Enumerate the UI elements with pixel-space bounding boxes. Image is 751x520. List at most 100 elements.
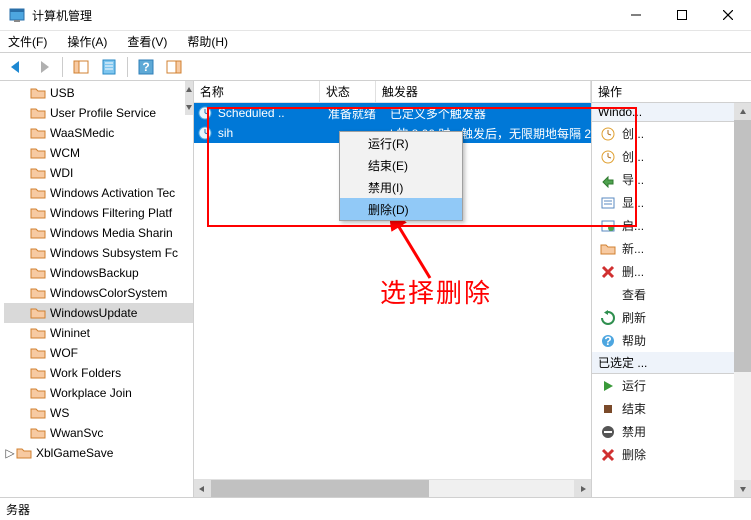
forward-button[interactable]: [32, 55, 56, 79]
maximize-button[interactable]: [659, 0, 705, 31]
action-label: 刷新: [622, 309, 646, 326]
tree-item-label: Windows Activation Tec: [50, 186, 175, 200]
action-label: 结束: [622, 400, 646, 417]
tree-item[interactable]: USB: [4, 83, 193, 103]
action-item[interactable]: 删除: [592, 443, 751, 466]
tree-item[interactable]: Workplace Join: [4, 383, 193, 403]
action-label: 创...: [622, 125, 644, 142]
action-item[interactable]: 新...: [592, 237, 751, 260]
action-item[interactable]: 显...: [592, 191, 751, 214]
tree-pane: USBUser Profile Service WaaSMedic WCM WDI Wi…: [0, 81, 194, 497]
folder-icon: [30, 206, 46, 220]
tree-item[interactable]: WCM: [4, 143, 193, 163]
ctx-delete[interactable]: 删除(D): [340, 198, 462, 220]
tree-item[interactable]: ▷XblGameSave: [4, 443, 193, 463]
tree-item[interactable]: Windows Subsystem Fc: [4, 243, 193, 263]
action-item[interactable]: 创...: [592, 145, 751, 168]
tree-item-label: WwanSvc: [50, 426, 103, 440]
tree-item[interactable]: Wininet: [4, 323, 193, 343]
folder-icon: [30, 106, 46, 120]
action-item[interactable]: ?帮助: [592, 329, 751, 352]
scroll-right-button[interactable]: [574, 480, 591, 497]
close-button[interactable]: [705, 0, 751, 31]
action-item[interactable]: 禁用: [592, 420, 751, 443]
action-icon: [600, 264, 616, 280]
scroll-up-button[interactable]: [734, 103, 751, 120]
show-hide-console-button[interactable]: [69, 55, 93, 79]
action-label: 禁用: [622, 423, 646, 440]
action-icon: [600, 172, 616, 188]
folder-tree[interactable]: USBUser Profile Service WaaSMedic WCM WDI Wi…: [0, 81, 193, 497]
menu-help[interactable]: 帮助(H): [183, 31, 232, 52]
status-text: 务器: [6, 501, 30, 518]
scroll-thumb[interactable]: [211, 480, 429, 497]
tree-item[interactable]: Windows Media Sharin: [4, 223, 193, 243]
tree-item-label: Wininet: [50, 326, 90, 340]
cell-trigger: 已定义多个触发器: [390, 105, 486, 122]
actions-vertical-scrollbar[interactable]: [734, 103, 751, 497]
help-button[interactable]: ?: [134, 55, 158, 79]
tree-item-label: WaaSMedic: [50, 126, 114, 140]
tree-vertical-scrollbar[interactable]: [185, 81, 193, 497]
svg-text:?: ?: [604, 334, 611, 348]
menu-action[interactable]: 操作(A): [63, 31, 111, 52]
action-label: 删...: [622, 263, 644, 280]
col-name[interactable]: 名称: [194, 81, 320, 102]
cell-name: Scheduled ..: [218, 106, 322, 120]
section-label: 已选定 ...: [598, 354, 647, 371]
scroll-down-button[interactable]: [185, 98, 193, 115]
tree-item-label: WDI: [50, 166, 73, 180]
tree-item[interactable]: WS: [4, 403, 193, 423]
list-horizontal-scrollbar[interactable]: [194, 479, 591, 497]
scroll-track[interactable]: [211, 480, 574, 497]
minimize-button[interactable]: [613, 0, 659, 31]
folder-icon: [30, 306, 46, 320]
tree-item[interactable]: Work Folders: [4, 363, 193, 383]
tree-item[interactable]: WindowsColorSystem: [4, 283, 193, 303]
action-item[interactable]: 删...: [592, 260, 751, 283]
tree-item[interactable]: Windows Activation Tec: [4, 183, 193, 203]
ctx-disable[interactable]: 禁用(I): [340, 176, 462, 198]
action-item[interactable]: 查看▶: [592, 283, 751, 306]
action-label: 显...: [622, 194, 644, 211]
toolbar-separator: [127, 57, 128, 77]
tree-item[interactable]: WaaSMedic: [4, 123, 193, 143]
properties-button[interactable]: [97, 55, 121, 79]
context-menu: 运行(R) 结束(E) 禁用(I) 删除(D): [339, 131, 463, 221]
folder-icon: [30, 186, 46, 200]
col-status[interactable]: 状态: [320, 81, 376, 102]
action-item[interactable]: 刷新: [592, 306, 751, 329]
action-item[interactable]: 运行: [592, 374, 751, 397]
actions-section-header[interactable]: Windo... ▲: [592, 103, 751, 122]
action-item[interactable]: 结束: [592, 397, 751, 420]
action-item[interactable]: 导...: [592, 168, 751, 191]
scroll-thumb[interactable]: [734, 120, 751, 372]
scroll-down-button[interactable]: [734, 480, 751, 497]
tree-item[interactable]: Windows Filtering Platf: [4, 203, 193, 223]
action-label: 删除: [622, 446, 646, 463]
action-item[interactable]: 创...: [592, 122, 751, 145]
scroll-up-button[interactable]: [185, 81, 193, 98]
actions-section-header[interactable]: 已选定 ... ▲: [592, 352, 751, 374]
action-item[interactable]: 启...: [592, 214, 751, 237]
ctx-end[interactable]: 结束(E): [340, 154, 462, 176]
folder-icon: [30, 346, 46, 360]
tree-item[interactable]: WDI: [4, 163, 193, 183]
tree-item[interactable]: WindowsBackup: [4, 263, 193, 283]
back-button[interactable]: [4, 55, 28, 79]
tree-item[interactable]: User Profile Service: [4, 103, 193, 123]
folder-icon: [30, 386, 46, 400]
ctx-run[interactable]: 运行(R): [340, 132, 462, 154]
scroll-left-button[interactable]: [194, 480, 211, 497]
tree-twisty[interactable]: ▷: [4, 446, 16, 460]
tree-item[interactable]: WindowsUpdate: [4, 303, 193, 323]
menu-view[interactable]: 查看(V): [123, 31, 171, 52]
list-row[interactable]: Scheduled .. 准备就绪 已定义多个触发器: [194, 103, 591, 123]
col-trigger[interactable]: 触发器: [376, 81, 591, 102]
tree-item[interactable]: WOF: [4, 343, 193, 363]
menu-file[interactable]: 文件(F): [4, 31, 51, 52]
show-hide-action-button[interactable]: [162, 55, 186, 79]
status-bar: 务器: [0, 498, 751, 520]
tree-item[interactable]: WwanSvc: [4, 423, 193, 443]
action-icon: ?: [600, 333, 616, 349]
